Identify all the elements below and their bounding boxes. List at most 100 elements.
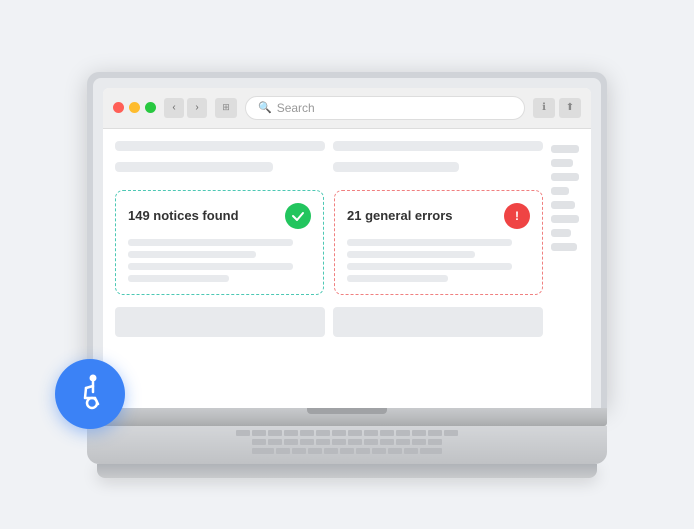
accessibility-icon <box>70 370 110 418</box>
key <box>252 430 266 436</box>
card-line <box>347 239 512 246</box>
back-button[interactable]: ‹ <box>164 98 184 118</box>
nav-buttons: ‹ › <box>164 98 207 118</box>
key <box>324 448 338 454</box>
browser-content: 149 notices found <box>103 129 591 349</box>
traffic-light-red[interactable] <box>113 102 124 113</box>
notices-card-title: 149 notices found <box>128 208 239 223</box>
laptop-bottom <box>97 464 597 478</box>
key <box>396 430 410 436</box>
keyboard-rows <box>103 430 591 454</box>
key <box>316 439 330 445</box>
search-placeholder-text: Search <box>277 101 315 115</box>
notices-icon <box>285 203 311 229</box>
browser-actions: ℹ ⬆ <box>533 98 581 118</box>
key <box>444 430 458 436</box>
scene: ‹ › ⊞ 🔍 Search <box>0 0 694 529</box>
cards-row: 149 notices found <box>115 190 543 295</box>
key <box>292 448 306 454</box>
card-line <box>347 263 512 270</box>
window-icon: ⊞ <box>222 102 230 113</box>
key <box>316 430 330 436</box>
top-bar-left <box>115 141 325 178</box>
placeholder-bar <box>115 141 325 151</box>
bottom-section-right <box>333 307 543 337</box>
laptop: ‹ › ⊞ 🔍 Search <box>87 72 607 478</box>
bottom-section-left <box>115 307 325 337</box>
browser-sidebar <box>551 141 579 337</box>
notices-card-header: 149 notices found <box>128 203 311 229</box>
sidebar-line <box>551 201 575 209</box>
back-icon: ‹ <box>172 102 175 113</box>
key <box>412 439 426 445</box>
key <box>284 430 298 436</box>
info-button[interactable]: ℹ <box>533 98 555 118</box>
accessibility-badge[interactable] <box>55 359 125 429</box>
key <box>396 439 410 445</box>
key <box>364 439 378 445</box>
laptop-base <box>87 408 607 426</box>
sidebar-line <box>551 215 579 223</box>
card-line <box>128 263 293 270</box>
card-line <box>128 251 256 258</box>
search-icon: 🔍 <box>258 101 272 114</box>
share-button[interactable]: ⬆ <box>559 98 581 118</box>
traffic-light-green[interactable] <box>145 102 156 113</box>
card-line <box>347 251 475 258</box>
key <box>268 439 282 445</box>
browser-bar: ‹ › ⊞ 🔍 Search <box>103 88 591 129</box>
key <box>364 430 378 436</box>
laptop-screen-outer: ‹ › ⊞ 🔍 Search <box>87 72 607 408</box>
info-icon: ℹ <box>542 102 546 113</box>
traffic-light-yellow[interactable] <box>129 102 140 113</box>
forward-button[interactable]: › <box>187 98 207 118</box>
errors-card-header: 21 general errors ! <box>347 203 530 229</box>
top-bar-right <box>333 141 543 178</box>
laptop-keyboard <box>87 426 607 464</box>
errors-icon: ! <box>504 203 530 229</box>
key <box>428 430 442 436</box>
sidebar-line <box>551 187 569 195</box>
key <box>308 448 322 454</box>
laptop-bezel: ‹ › ⊞ 🔍 Search <box>93 78 601 408</box>
key <box>252 439 266 445</box>
key <box>300 439 314 445</box>
svg-text:!: ! <box>515 209 519 223</box>
key <box>332 430 346 436</box>
share-icon: ⬆ <box>566 102 574 113</box>
key <box>380 439 394 445</box>
key <box>276 448 290 454</box>
keyboard-row-3 <box>103 448 591 454</box>
key <box>428 439 442 445</box>
sidebar-line <box>551 243 577 251</box>
key <box>420 448 442 454</box>
browser-window: ‹ › ⊞ 🔍 Search <box>103 88 591 408</box>
window-icon-button[interactable]: ⊞ <box>215 98 237 118</box>
key <box>380 430 394 436</box>
search-bar[interactable]: 🔍 Search <box>245 96 525 120</box>
key <box>348 430 362 436</box>
card-line <box>347 275 448 282</box>
key <box>332 439 346 445</box>
key <box>300 430 314 436</box>
key <box>340 448 354 454</box>
sidebar-line <box>551 229 571 237</box>
keyboard-row-2 <box>103 439 591 445</box>
card-line <box>128 275 229 282</box>
top-placeholder-bars <box>115 141 543 178</box>
notices-card: 149 notices found <box>115 190 324 295</box>
laptop-base-notch <box>307 408 387 414</box>
placeholder-bar <box>115 162 273 172</box>
bottom-sections <box>115 307 543 337</box>
card-line <box>128 239 293 246</box>
browser-layout: 149 notices found <box>115 141 579 337</box>
key <box>388 448 402 454</box>
browser-main: 149 notices found <box>115 141 543 337</box>
sidebar-line <box>551 159 573 167</box>
key <box>372 448 386 454</box>
placeholder-bar <box>333 141 543 151</box>
key <box>412 430 426 436</box>
sidebar-line <box>551 145 579 153</box>
traffic-lights <box>113 102 156 113</box>
errors-card-title: 21 general errors <box>347 208 453 223</box>
